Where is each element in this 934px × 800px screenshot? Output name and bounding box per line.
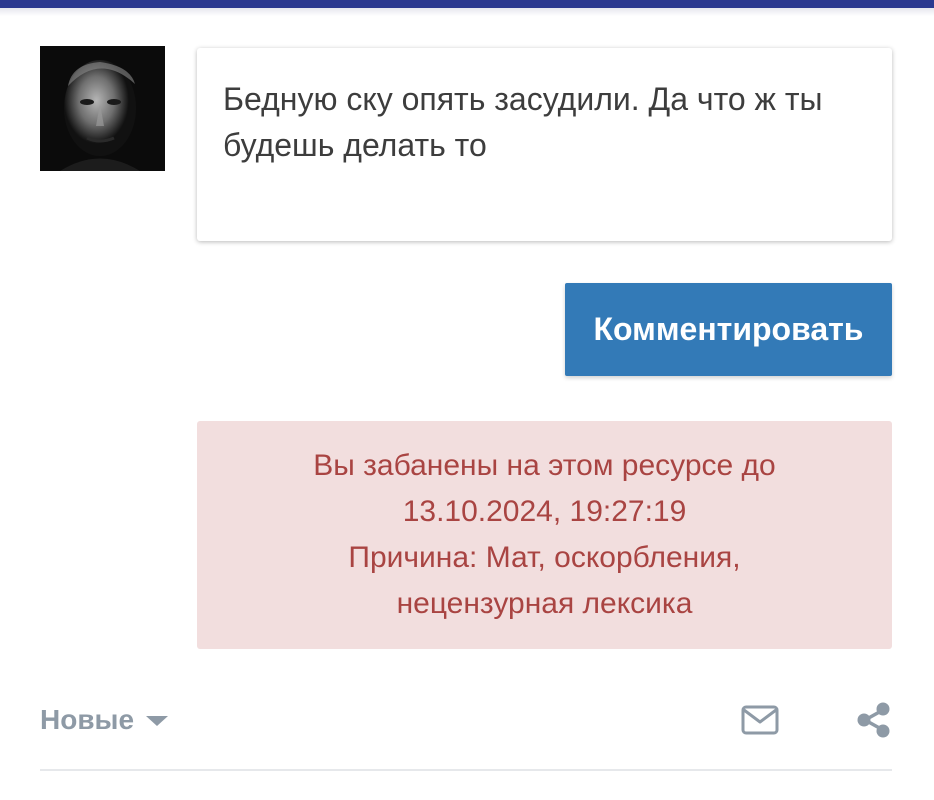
top-nav-shadow — [0, 8, 934, 16]
envelope-icon[interactable] — [741, 704, 779, 736]
comment-submit-button[interactable]: Комментировать — [565, 283, 892, 376]
caret-down-icon — [146, 716, 169, 726]
ban-reason-line: Причина: Мат, оскорбления, — [348, 541, 741, 574]
top-nav-bar — [0, 0, 934, 8]
sort-order-label: Новые — [40, 704, 135, 735]
section-divider — [40, 769, 892, 771]
ban-notice-line: Вы забанены на этом ресурсе до — [313, 449, 776, 482]
comment-textarea[interactable]: Бедную ску опять засудили. Да что ж ты б… — [197, 48, 892, 241]
avatar-portrait-image — [40, 46, 165, 171]
user-avatar — [40, 46, 165, 171]
share-icon[interactable] — [856, 702, 892, 738]
ban-reason-line-cont: нецензурная лексика — [396, 587, 693, 620]
ban-notice-alert: Вы забанены на этом ресурсе до 13.10.202… — [197, 421, 892, 649]
sort-order-dropdown[interactable]: Новые — [40, 700, 169, 740]
ban-expiry-datetime: 13.10.2024, 19:27:19 — [402, 495, 687, 528]
